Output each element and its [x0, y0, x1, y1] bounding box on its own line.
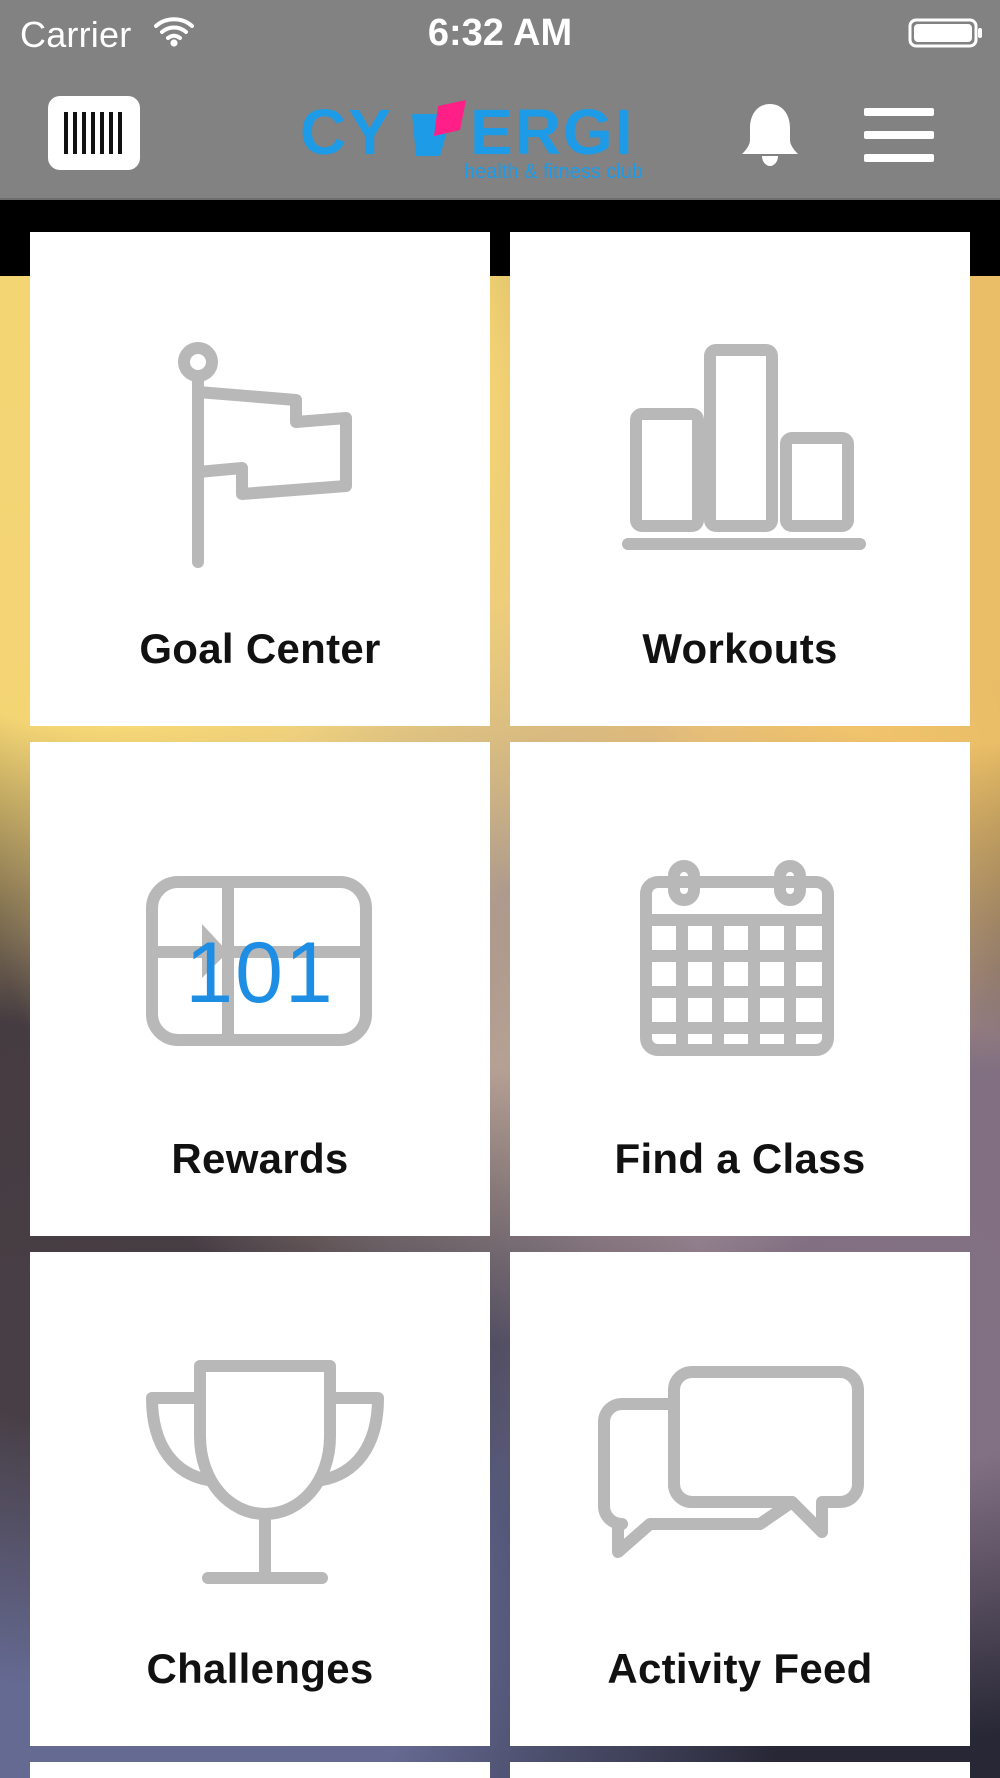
bar-chart-icon — [622, 344, 866, 550]
app-header: CY ERGI health & fitness club — [0, 70, 1000, 200]
calendar-icon — [640, 860, 834, 1056]
status-bar: Carrier 6:32 AM — [0, 0, 1000, 70]
barcode-icon — [64, 112, 122, 154]
rewards-badge-value: 101 — [185, 925, 335, 1021]
notifications-button[interactable] — [736, 98, 804, 168]
tile-activity-feed[interactable]: Activity Feed — [510, 1252, 970, 1746]
tile-goal-center[interactable]: Goal Center — [30, 232, 490, 726]
svg-text:CY: CY — [300, 96, 393, 168]
menu-button[interactable] — [862, 104, 936, 166]
flag-icon — [178, 342, 352, 568]
bottom-tiles-peek — [30, 1762, 970, 1778]
tile-label: Find a Class — [614, 1135, 866, 1182]
chat-bubbles-icon — [598, 1366, 864, 1558]
battery-icon — [908, 18, 982, 48]
tile-label: Goal Center — [139, 625, 381, 672]
tile-label: Challenges — [146, 1645, 374, 1692]
trophy-icon — [146, 1360, 384, 1584]
tile-peek-right — [510, 1762, 970, 1778]
tile-challenges[interactable]: Challenges — [30, 1252, 490, 1746]
svg-text:health & fitness club: health & fitness club — [464, 161, 643, 182]
tile-label: Rewards — [171, 1135, 349, 1182]
tile-peek-left — [30, 1762, 490, 1778]
barcode-button[interactable] — [48, 96, 140, 170]
feature-tiles: Goal Center Workouts 101 Rewards Find a … — [30, 232, 970, 1778]
hamburger-icon — [864, 108, 934, 162]
time-label: 6:32 AM — [427, 12, 573, 54]
tile-find-a-class[interactable]: Find a Class — [510, 742, 970, 1236]
brand-logo: CY ERGI health & fitness club — [300, 96, 700, 183]
svg-text:ERGI: ERGI — [470, 96, 634, 168]
bell-icon — [742, 104, 798, 166]
tile-label: Workouts — [642, 625, 838, 672]
tile-workouts[interactable]: Workouts — [510, 232, 970, 726]
tile-label: Activity Feed — [607, 1645, 873, 1692]
tile-rewards[interactable]: 101 Rewards — [30, 742, 490, 1236]
